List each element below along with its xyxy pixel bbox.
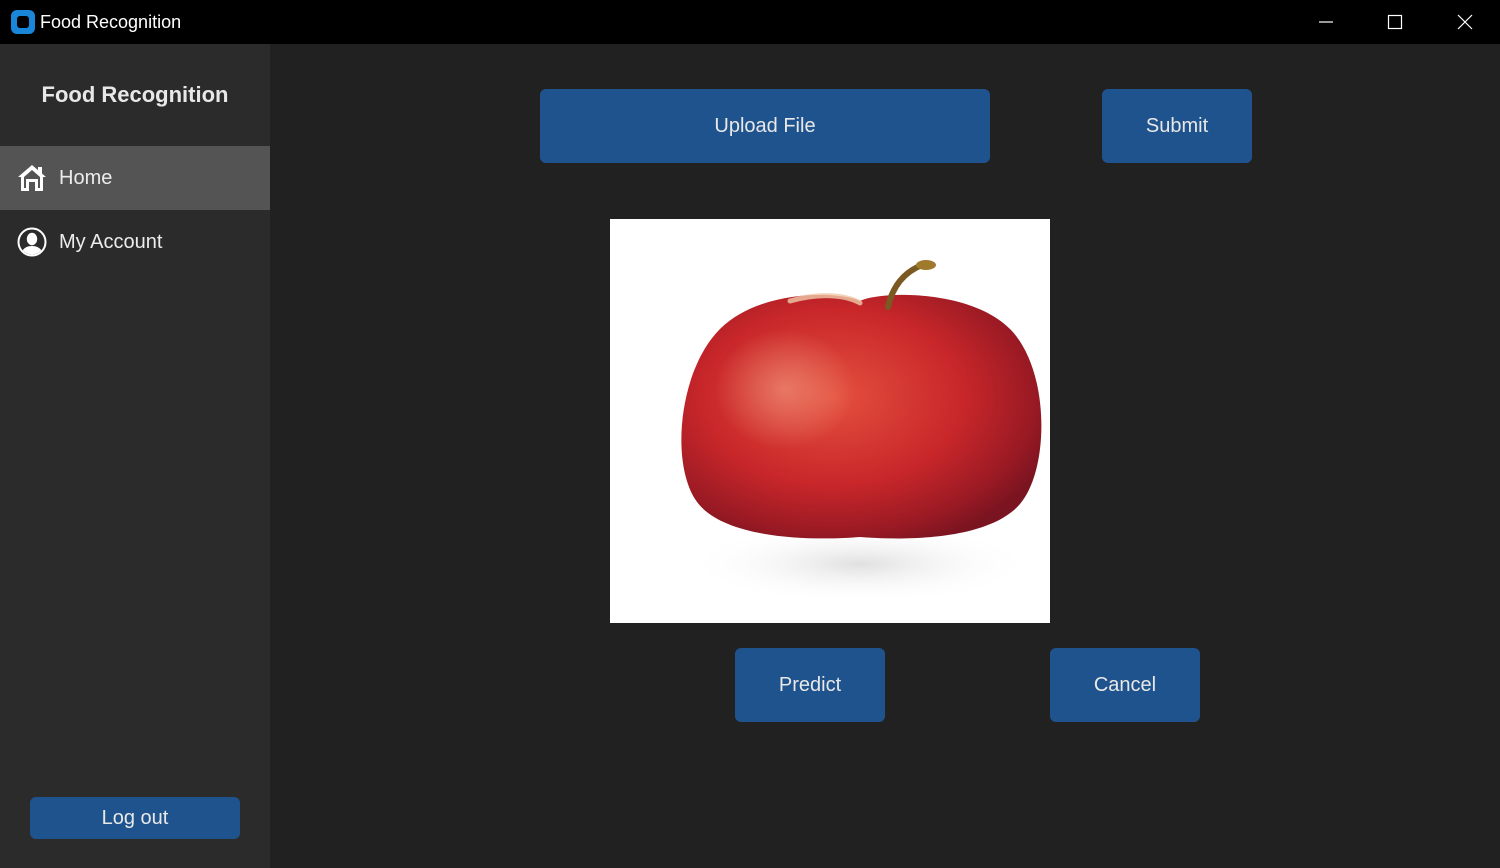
minimize-button[interactable] xyxy=(1291,0,1361,44)
maximize-icon xyxy=(1387,14,1403,30)
close-button[interactable] xyxy=(1430,0,1500,44)
predict-button[interactable]: Predict xyxy=(735,648,885,722)
title-bar: Food Recognition xyxy=(0,0,1500,44)
sidebar-item-home[interactable]: Home xyxy=(0,146,270,210)
sidebar: Food Recognition Home My Account Log out xyxy=(0,44,270,868)
maximize-button[interactable] xyxy=(1360,0,1430,44)
upload-file-button[interactable]: Upload File xyxy=(540,89,990,163)
submit-button[interactable]: Submit xyxy=(1102,89,1252,163)
home-icon xyxy=(18,165,46,191)
sidebar-title: Food Recognition xyxy=(41,82,229,107)
minimize-icon xyxy=(1319,21,1333,23)
sidebar-item-label: Home xyxy=(59,167,113,189)
image-preview xyxy=(610,219,1050,623)
close-icon xyxy=(1457,14,1473,30)
sidebar-item-my-account[interactable]: My Account xyxy=(0,210,270,274)
user-icon xyxy=(17,227,47,257)
sidebar-item-label: My Account xyxy=(59,231,163,253)
app-icon xyxy=(11,10,35,34)
window-title: Food Recognition xyxy=(40,12,182,32)
logout-button[interactable]: Log out xyxy=(30,797,240,839)
apple-image xyxy=(610,219,1050,623)
cancel-button[interactable]: Cancel xyxy=(1050,648,1200,722)
